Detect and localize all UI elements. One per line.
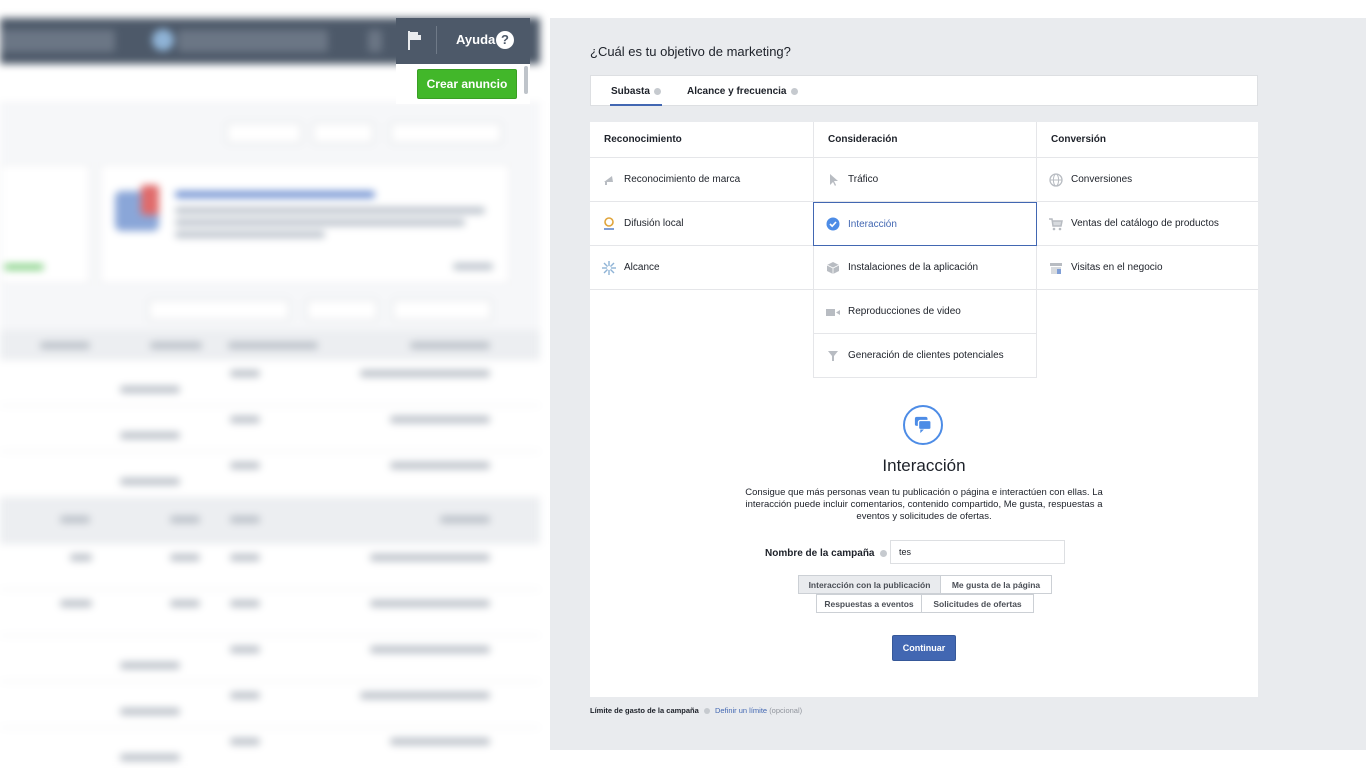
reach-burst-icon: [602, 260, 616, 275]
optional-note: (opcional): [769, 706, 803, 715]
info-icon[interactable]: [880, 549, 888, 557]
dialog-title: ¿Cuál es tu objetivo de marketing?: [590, 44, 791, 59]
objective-description: Consigue que más personas vean tu public…: [745, 487, 1103, 522]
objective-label: Interacción: [848, 218, 897, 230]
set-limit-link[interactable]: Definir un límite: [715, 706, 767, 715]
campaign-spend-limit: Límite de gasto de la campaña Definir un…: [590, 706, 802, 715]
tab-reach-frequency[interactable]: Alcance y frecuencia: [687, 76, 798, 106]
store-icon: [1050, 262, 1062, 274]
objective-label: Conversiones: [1071, 174, 1133, 185]
objective-conversions[interactable]: Conversiones: [1037, 158, 1258, 202]
objective-traffic[interactable]: Tráfico: [813, 158, 1037, 202]
shopping-cart-icon: [1049, 217, 1063, 230]
objective-label: Alcance: [624, 262, 660, 273]
flag-icon[interactable]: [406, 29, 424, 51]
tab-auction-label: Subasta: [611, 85, 650, 97]
objective-label: Generación de clientes potenciales: [848, 350, 1004, 361]
scrollbar-thumb[interactable]: [524, 66, 528, 94]
help-link[interactable]: Ayuda: [456, 32, 495, 47]
objective-local-awareness[interactable]: Difusión local: [590, 202, 813, 246]
objective-label: Ventas del catálogo de productos: [1071, 218, 1219, 229]
objective-label: Reconocimiento de marca: [624, 174, 741, 185]
check-circle-icon: [826, 217, 840, 231]
info-icon[interactable]: [703, 708, 710, 715]
objective-brand-awareness[interactable]: Reconocimiento de marca: [590, 158, 813, 202]
option-page-likes[interactable]: Me gusta de la página: [940, 575, 1052, 594]
objective-video-views[interactable]: Reproducciones de video: [813, 290, 1037, 334]
objective-grid: Reconocimiento Consideración Conversión …: [590, 122, 1258, 697]
megaphone-icon: [604, 175, 613, 185]
bg-content: [0, 104, 540, 768]
objective-title: Interacción: [882, 456, 966, 475]
objective-label: Visitas en el negocio: [1071, 262, 1163, 273]
globe-icon: [1049, 172, 1063, 187]
continue-button[interactable]: Continuar: [892, 635, 956, 661]
option-offer-claims[interactable]: Solicitudes de ofertas: [921, 594, 1034, 613]
option-event-responses[interactable]: Respuestas a eventos: [816, 594, 922, 613]
campaign-name-label-text: Nombre de la campaña: [765, 548, 875, 559]
info-icon[interactable]: [653, 87, 661, 95]
objective-catalog-sales[interactable]: Ventas del catálogo de productos: [1037, 202, 1258, 246]
create-ad-area: Crear anuncio: [396, 64, 530, 104]
chat-bubbles-icon: [903, 405, 943, 445]
objective-lead-generation[interactable]: Generación de clientes potenciales: [813, 334, 1037, 378]
column-header-conversion: Conversión: [1037, 122, 1258, 158]
spend-limit-label: Límite de gasto de la campaña: [590, 706, 699, 715]
help-icon[interactable]: ?: [496, 31, 514, 49]
info-icon[interactable]: [790, 87, 798, 95]
option-post-engagement[interactable]: Interacción con la publicación: [798, 575, 941, 594]
objective-reach[interactable]: Alcance: [590, 246, 813, 290]
objective-label: Difusión local: [624, 218, 684, 229]
background-ads-manager-blurred: [0, 0, 560, 768]
location-pin-icon: [604, 216, 614, 230]
objective-label: Reproducciones de video: [848, 306, 961, 317]
create-ad-button[interactable]: Crear anuncio: [417, 69, 517, 99]
app-box-icon: [826, 261, 840, 274]
tab-auction[interactable]: Subasta: [610, 76, 662, 106]
column-header-consideration: Consideración: [813, 122, 1037, 158]
campaign-name-label: Nombre de la campaña: [765, 548, 888, 559]
objective-store-visits[interactable]: Visitas en el negocio: [1037, 246, 1258, 290]
tab-reach-frequency-label: Alcance y frecuencia: [687, 85, 787, 97]
header-divider: [436, 26, 437, 54]
objective-engagement[interactable]: Interacción: [813, 202, 1037, 246]
objective-label: Instalaciones de la aplicación: [848, 262, 979, 273]
screen: Ayuda ? Crear anuncio ¿Cuál es tu objeti…: [0, 0, 1366, 768]
funnel-icon: [828, 350, 838, 361]
header-actions: Ayuda ?: [396, 18, 530, 64]
video-camera-icon: [826, 308, 840, 316]
objective-label: Tráfico: [848, 174, 879, 185]
column-header-awareness: Reconocimiento: [590, 122, 813, 158]
cursor-icon: [830, 173, 838, 186]
objective-dialog: ¿Cuál es tu objetivo de marketing? Subas…: [550, 18, 1366, 750]
buying-type-tabs: Subasta Alcance y frecuencia: [590, 75, 1258, 106]
campaign-name-input[interactable]: tes: [890, 540, 1065, 564]
objective-app-installs[interactable]: Instalaciones de la aplicación: [813, 246, 1037, 290]
